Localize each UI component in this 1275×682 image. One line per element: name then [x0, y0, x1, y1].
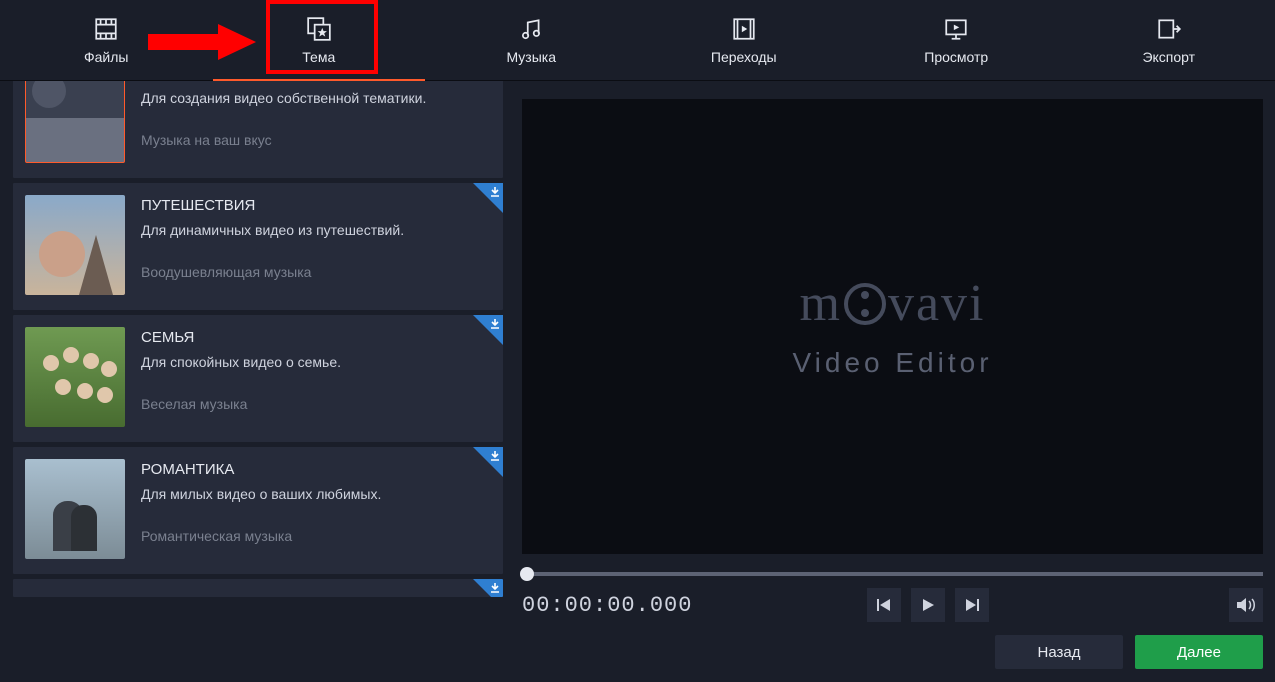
transitions-icon	[730, 15, 758, 43]
volume-icon	[1236, 596, 1256, 614]
volume-button[interactable]	[1229, 588, 1263, 622]
tab-files[interactable]: Файлы	[0, 0, 213, 80]
theme-text: ПУТЕШЕСТВИЯ Для динамичных видео из путе…	[141, 195, 404, 298]
download-icon	[489, 186, 501, 198]
theme-text: РОМАНТИКА Для милых видео о ваших любимы…	[141, 459, 381, 562]
film-strip-icon	[92, 15, 120, 43]
theme-card-no-theme[interactable]: БЕЗ ТЕМЫ Для создания видео собственной …	[12, 81, 504, 179]
brand-logo: mvavi	[800, 274, 986, 333]
next-button[interactable]	[955, 588, 989, 622]
tab-label: Музыка	[506, 49, 556, 65]
theme-music-hint: Романтическая музыка	[141, 528, 381, 544]
tab-music[interactable]: Музыка	[425, 0, 638, 80]
theme-thumbnail	[25, 81, 125, 163]
timecode: 00:00:00.000	[522, 593, 692, 618]
play-button[interactable]	[911, 588, 945, 622]
skip-next-icon	[964, 597, 980, 613]
theme-music-hint: Веселая музыка	[141, 396, 341, 412]
next-button-footer[interactable]: Далее	[1135, 635, 1263, 669]
tab-preview[interactable]: Просмотр	[850, 0, 1063, 80]
export-icon	[1155, 15, 1183, 43]
brand-subtitle: Video Editor	[792, 347, 992, 379]
download-badge[interactable]	[473, 447, 503, 477]
theme-card-partial[interactable]	[12, 578, 504, 598]
theme-text: БЕЗ ТЕМЫ Для создания видео собственной …	[141, 81, 426, 166]
theme-thumbnail	[25, 459, 125, 559]
seek-knob[interactable]	[520, 567, 534, 581]
download-badge[interactable]	[473, 315, 503, 345]
theme-card-family[interactable]: СЕМЬЯ Для спокойных видео о семье. Весел…	[12, 314, 504, 443]
theme-title: БЕЗ ТЕМЫ	[141, 81, 426, 82]
tab-label: Тема	[302, 49, 335, 65]
theme-title: РОМАНТИКА	[141, 461, 381, 478]
tab-theme[interactable]: Тема	[213, 0, 426, 80]
download-icon	[489, 450, 501, 462]
film-reel-icon	[844, 283, 886, 325]
tab-transitions[interactable]: Переходы	[638, 0, 851, 80]
top-tabs: Файлы Тема Музыка Переходы Просмотр Эксп…	[0, 0, 1275, 81]
main-area: БЕЗ ТЕМЫ Для создания видео собственной …	[0, 81, 1275, 622]
theme-star-icon	[305, 15, 333, 43]
play-icon	[920, 597, 936, 613]
skip-previous-icon	[876, 597, 892, 613]
download-badge[interactable]	[473, 579, 503, 598]
prev-button[interactable]	[867, 588, 901, 622]
back-button[interactable]: Назад	[995, 635, 1123, 669]
theme-thumbnail	[25, 327, 125, 427]
theme-list: БЕЗ ТЕМЫ Для создания видео собственной …	[12, 81, 504, 622]
tab-label: Переходы	[711, 49, 777, 65]
footer-bar: Назад Далее	[0, 622, 1275, 682]
tab-export[interactable]: Экспорт	[1063, 0, 1275, 80]
preview-pane: mvavi Video Editor 00:00:00.000	[522, 81, 1263, 622]
tab-label: Файлы	[84, 49, 128, 65]
tab-label: Экспорт	[1142, 49, 1195, 65]
seek-bar[interactable]	[522, 572, 1263, 576]
theme-title: ПУТЕШЕСТВИЯ	[141, 197, 404, 214]
presentation-icon	[942, 15, 970, 43]
download-icon	[489, 582, 501, 594]
theme-text: СЕМЬЯ Для спокойных видео о семье. Весел…	[141, 327, 341, 430]
theme-card-romance[interactable]: РОМАНТИКА Для милых видео о ваших любимы…	[12, 446, 504, 575]
theme-thumbnail	[25, 195, 125, 295]
theme-music-hint: Музыка на ваш вкус	[141, 132, 426, 148]
theme-card-travel[interactable]: ПУТЕШЕСТВИЯ Для динамичных видео из путе…	[12, 182, 504, 311]
theme-description: Для создания видео собственной тематики.	[141, 90, 426, 106]
preview-viewport: mvavi Video Editor	[522, 99, 1263, 554]
music-notes-icon	[517, 15, 545, 43]
download-icon	[489, 318, 501, 330]
theme-description: Для динамичных видео из путешествий.	[141, 222, 404, 238]
tab-label: Просмотр	[924, 49, 988, 65]
theme-description: Для милых видео о ваших любимых.	[141, 486, 381, 502]
download-badge[interactable]	[473, 183, 503, 213]
theme-title: СЕМЬЯ	[141, 329, 341, 346]
theme-description: Для спокойных видео о семье.	[141, 354, 341, 370]
theme-music-hint: Воодушевляющая музыка	[141, 264, 404, 280]
playback-controls: 00:00:00.000	[522, 588, 1263, 622]
